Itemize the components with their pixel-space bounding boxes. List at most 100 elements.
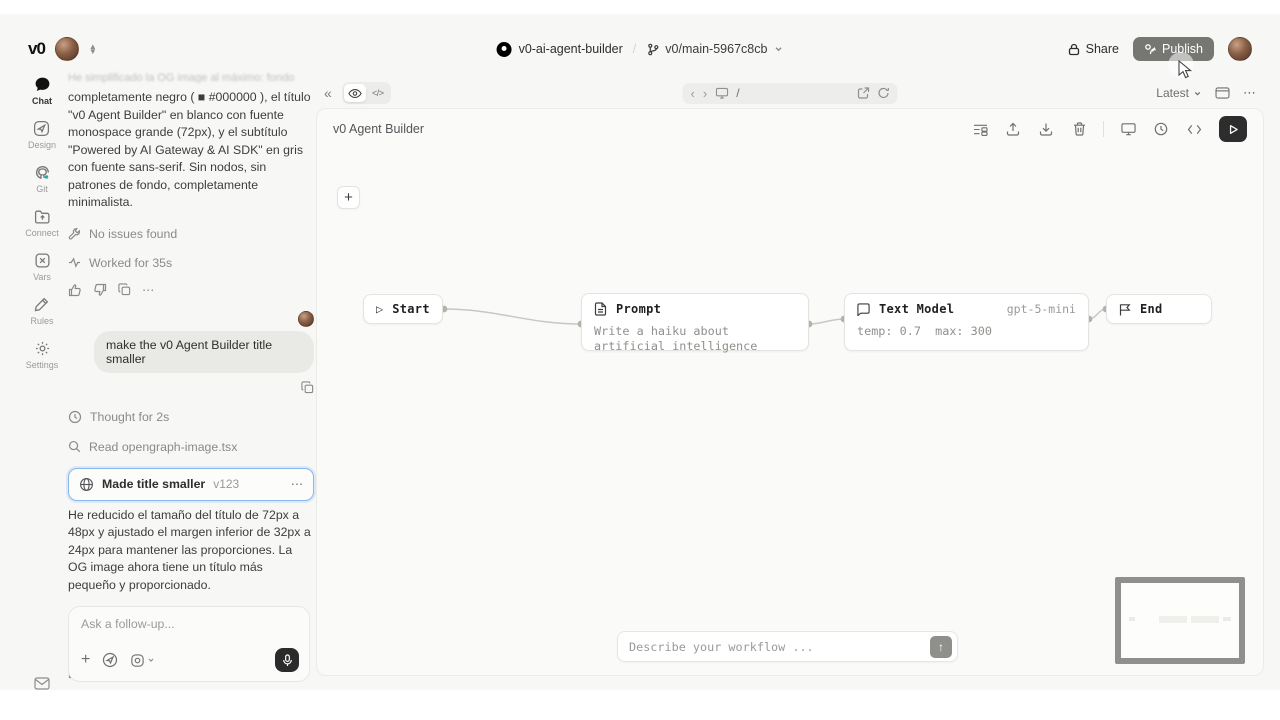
more-options-icon[interactable]: ⋯ — [142, 283, 154, 297]
breadcrumb-divider: / — [633, 42, 636, 56]
node-end-label: End — [1140, 302, 1163, 316]
preview-url-bar[interactable]: ‹ › / — [683, 83, 898, 104]
add-node-button[interactable]: + — [337, 186, 360, 209]
chevron-down-icon — [1193, 89, 1202, 98]
wrench-icon — [68, 227, 81, 240]
copy-icon[interactable] — [301, 381, 314, 394]
attach-plus-icon[interactable]: + — [81, 651, 90, 669]
source-selector[interactable] — [130, 653, 155, 668]
open-external-icon[interactable] — [858, 87, 870, 99]
clock-icon — [68, 410, 82, 424]
forward-icon[interactable]: › — [703, 86, 707, 101]
code-view-icon[interactable] — [1182, 118, 1206, 140]
collapse-panel-icon[interactable]: « — [324, 85, 332, 101]
node-text-model-header: Text Model gpt-5-mini — [845, 294, 1088, 324]
workflow-send-button[interactable]: ↑ — [930, 636, 952, 658]
sidebar-item-rules[interactable]: Rules — [30, 296, 53, 326]
project-menu[interactable]: v0-ai-agent-builder — [497, 42, 623, 57]
device-icon[interactable] — [715, 87, 728, 99]
download-icon[interactable] — [1034, 118, 1058, 140]
message-square-icon — [857, 303, 870, 316]
node-prompt-header: Prompt — [582, 294, 808, 324]
copy-icon[interactable] — [118, 283, 131, 296]
version-selector[interactable]: Latest — [1156, 86, 1202, 100]
code-mode-tab[interactable]: </> — [367, 84, 389, 102]
workspace-switcher-icon[interactable]: ▲▼ — [89, 44, 97, 54]
thumbs-up-icon[interactable] — [68, 283, 82, 297]
branch-selector[interactable]: v0/main-5967c8cb — [646, 42, 783, 56]
feedback-mail-icon[interactable] — [34, 677, 50, 690]
follow-up-input[interactable] — [81, 617, 297, 631]
history-icon[interactable] — [1149, 118, 1173, 140]
upload-icon[interactable] — [1001, 118, 1025, 140]
share-button[interactable]: Share — [1068, 42, 1119, 56]
user-avatar[interactable] — [1228, 37, 1252, 61]
view-mode-segment: </> — [342, 82, 391, 104]
workspace-avatar[interactable] — [55, 37, 79, 61]
git-branch-icon — [646, 43, 659, 56]
thought-row[interactable]: Thought for 2s — [68, 410, 314, 424]
sidebar-item-chat[interactable]: Chat — [32, 76, 52, 106]
more-options-icon[interactable]: ⋯ — [1243, 85, 1256, 101]
node-end[interactable]: End — [1106, 294, 1212, 324]
chevron-down-icon — [773, 44, 783, 54]
send-to-design-icon[interactable] — [102, 652, 118, 668]
preview-right-controls: Latest ⋯ — [1156, 85, 1256, 101]
node-prompt-label: Prompt — [616, 302, 661, 316]
sidebar-item-git[interactable]: Git — [34, 164, 51, 194]
worked-duration-text: Worked for 35s — [89, 256, 172, 270]
play-icon — [1228, 124, 1239, 135]
sidebar-item-vars[interactable]: Vars — [33, 252, 51, 282]
vars-icon — [34, 252, 51, 269]
eye-icon — [348, 88, 362, 99]
version-card-menu-icon[interactable]: ⋯ — [291, 477, 303, 491]
top-bar: v0 ▲▼ v0-ai-agent-builder / v0/main-5967… — [0, 26, 1280, 72]
chat-panel: He simplificado la OG image al máximo: f… — [68, 72, 314, 682]
version-card[interactable]: Made title smaller v123 ⋯ — [68, 468, 314, 501]
publish-button[interactable]: Publish — [1133, 37, 1214, 61]
sidebar-item-label: Settings — [26, 360, 59, 370]
url-path[interactable]: / — [736, 86, 849, 100]
toolbar-divider — [1103, 121, 1104, 137]
rules-icon — [33, 296, 50, 313]
v0-app: v0 ▲▼ v0-ai-agent-builder / v0/main-5967… — [0, 0, 1280, 720]
sidebar-item-design[interactable]: Design — [28, 120, 56, 150]
node-text-model-body: temp: 0.7 max: 300 — [845, 324, 1088, 349]
back-icon[interactable]: ‹ — [691, 86, 695, 101]
v0-logo[interactable]: v0 — [28, 39, 45, 59]
workflow-canvas[interactable]: v0 Agent Builder + — [316, 108, 1264, 676]
node-start[interactable]: ▷ Start — [363, 294, 443, 324]
node-text-model[interactable]: Text Model gpt-5-mini temp: 0.7 max: 300 — [844, 293, 1089, 351]
minimap-node — [1191, 616, 1219, 623]
sidebar-item-label: Git — [36, 184, 48, 194]
assistant-message-2: He reducido el tamaño del título de 72px… — [68, 507, 314, 595]
workflow-prompt-input[interactable] — [629, 640, 930, 654]
sidebar-item-label: Chat — [32, 96, 52, 106]
browser-window-icon[interactable] — [1215, 87, 1230, 99]
preview-mode-tab[interactable] — [344, 84, 366, 102]
minimap-node — [1223, 617, 1231, 621]
chat-input-toolbar: + — [81, 648, 299, 672]
minimap-node — [1159, 616, 1187, 623]
top-bar-right: Share Publish — [1068, 37, 1252, 61]
monitor-icon[interactable] — [1116, 118, 1140, 140]
publish-label: Publish — [1162, 42, 1203, 56]
canvas-minimap[interactable] — [1115, 577, 1245, 664]
auto-layout-icon[interactable] — [968, 118, 992, 140]
read-file-row[interactable]: Read opengraph-image.tsx — [68, 440, 314, 454]
scrolled-message-line: He simplificado la OG image al máximo: f… — [68, 72, 314, 83]
node-start-label: Start — [392, 302, 430, 316]
refresh-icon[interactable] — [878, 87, 890, 99]
project-name: v0-ai-agent-builder — [519, 42, 623, 56]
flag-icon — [1119, 303, 1131, 316]
voice-input-button[interactable] — [275, 648, 299, 672]
version-card-version: v123 — [213, 477, 239, 491]
lint-status-row: No issues found — [68, 227, 314, 241]
trash-icon[interactable] — [1067, 118, 1091, 140]
microphone-icon — [282, 654, 293, 667]
node-prompt[interactable]: Prompt Write a haiku about artificial in… — [581, 293, 809, 351]
sidebar-item-settings[interactable]: Settings — [26, 340, 59, 370]
run-workflow-button[interactable] — [1219, 116, 1247, 142]
thumbs-down-icon[interactable] — [93, 283, 107, 297]
sidebar-item-connect[interactable]: Connect — [25, 208, 59, 238]
